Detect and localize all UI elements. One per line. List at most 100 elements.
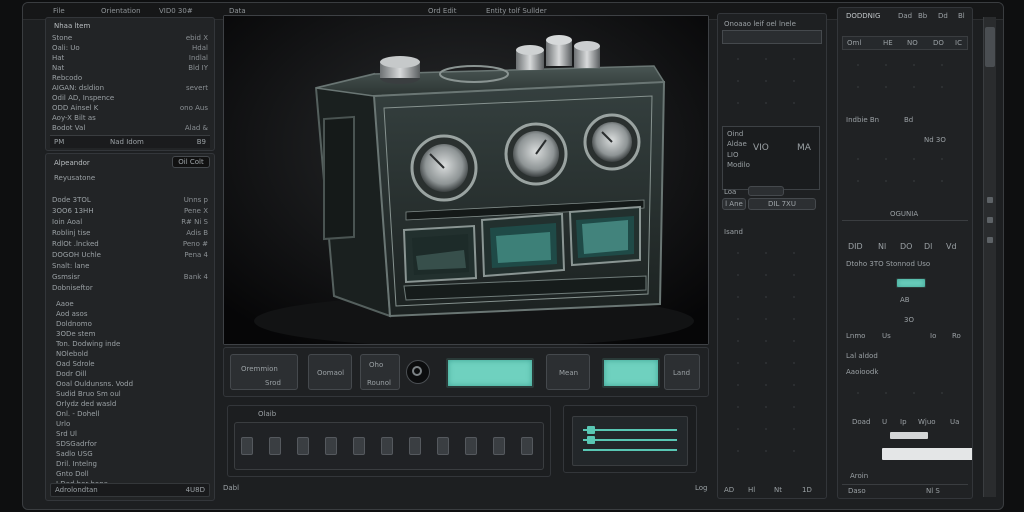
opt[interactable]: Vd: [946, 242, 957, 251]
menu-entity[interactable]: Entity tolf Sullder: [486, 7, 547, 15]
scroll-thumb[interactable]: [985, 27, 995, 67]
list-item[interactable]: Aoy-X Bilt as: [52, 114, 208, 123]
list-item[interactable]: Onl. - Dohell: [56, 410, 99, 418]
row-item[interactable]: Ip: [900, 418, 907, 426]
list-item[interactable]: Aaoe: [56, 300, 74, 308]
tag-button[interactable]: l Ane: [722, 198, 746, 210]
command-button[interactable]: Oomaol: [308, 354, 352, 390]
arrow-icon[interactable]: [987, 197, 993, 203]
list-item[interactable]: Oad Sdrole: [56, 360, 95, 368]
outliner-panel: Alpeandor Oil Colt Reyusatone Dode 3TOL U…: [45, 153, 215, 501]
row-item[interactable]: 3O: [904, 316, 914, 324]
list-item[interactable]: Rebcodo: [52, 74, 208, 83]
list-item[interactable]: DOGOH Uchle Pena 4: [52, 251, 208, 260]
step-slider[interactable]: [325, 437, 337, 455]
top-item[interactable]: Dad: [898, 12, 912, 20]
list-item[interactable]: RdlOt .lncked Peno #: [52, 240, 208, 249]
list-item[interactable]: Sudid Bruo Sm oul: [56, 390, 121, 398]
list-item[interactable]: SDSGadrfor: [56, 440, 97, 448]
row-label: Lal aldod: [846, 352, 878, 360]
mixer-handle[interactable]: [587, 436, 595, 444]
step-slider[interactable]: [493, 437, 505, 455]
tab[interactable]: DO: [933, 39, 944, 47]
render-button[interactable]: Oremmion Srod: [230, 354, 298, 390]
list-item[interactable]: 3ODe stem: [56, 330, 95, 338]
white-slider[interactable]: [890, 432, 928, 439]
arrow-icon[interactable]: [987, 237, 993, 243]
list-item[interactable]: Dobniseftor: [52, 284, 208, 293]
row-item[interactable]: Us: [882, 332, 891, 340]
land-button[interactable]: Land: [664, 354, 700, 390]
step-slider[interactable]: [381, 437, 393, 455]
viewport[interactable]: [223, 15, 709, 347]
row-item[interactable]: Ua: [950, 418, 959, 426]
vertical-scrollbar[interactable]: [983, 17, 996, 497]
opt[interactable]: DID: [848, 242, 863, 251]
tab[interactable]: NO: [907, 39, 918, 47]
mixer-handle[interactable]: [587, 426, 595, 434]
inspector-field[interactable]: [722, 30, 822, 44]
menu-file[interactable]: File: [53, 7, 65, 15]
top-item[interactable]: Bb: [918, 12, 927, 20]
text-input[interactable]: [882, 448, 972, 460]
list-item[interactable]: Odil AD, Inspence: [52, 94, 208, 103]
list-item[interactable]: Oali: Uo Hdal: [52, 44, 208, 53]
arrow-icon[interactable]: [987, 217, 993, 223]
opt[interactable]: DO: [900, 242, 912, 251]
list-item[interactable]: Urlo: [56, 420, 70, 428]
menu-orientation[interactable]: Orientation: [101, 7, 141, 15]
row-item[interactable]: Ro: [952, 332, 961, 340]
menu-edit[interactable]: Ord Edit: [428, 7, 457, 15]
top-item[interactable]: Dd: [938, 12, 948, 20]
list-item[interactable]: Gsmsisr Bank 4: [52, 273, 208, 282]
step-slider[interactable]: [297, 437, 309, 455]
step-slider[interactable]: [241, 437, 253, 455]
row-item[interactable]: Wjuo: [918, 418, 936, 426]
list-item[interactable]: NOlebold: [56, 350, 88, 358]
list-item[interactable]: Dodr Oill: [56, 370, 87, 378]
list-item[interactable]: Srd Ul: [56, 430, 77, 438]
step-slider[interactable]: [353, 437, 365, 455]
tag-field[interactable]: [748, 186, 784, 196]
list-item[interactable]: 3OO6 13HH Pene X: [52, 207, 208, 216]
step-slider[interactable]: [465, 437, 477, 455]
opt[interactable]: Nl: [878, 242, 886, 251]
list-item[interactable]: Aod asos: [56, 310, 87, 318]
color-button[interactable]: Oil Colt: [172, 156, 210, 168]
mean-button[interactable]: Mean: [546, 354, 590, 390]
list-item[interactable]: ODD Ainsel Kono Aus: [52, 104, 208, 113]
list-item[interactable]: Ton. Dodwing inde: [56, 340, 120, 348]
list-item[interactable]: Nat Bld IY: [52, 64, 208, 73]
list-item[interactable]: Dril. Intelng: [56, 460, 97, 468]
menu-data[interactable]: Data: [229, 7, 246, 15]
list-item[interactable]: Dode 3TOL Unns p: [52, 196, 208, 205]
top-item[interactable]: Bl: [958, 12, 965, 20]
menu-video[interactable]: VID0 30#: [159, 7, 193, 15]
list-item[interactable]: Snalt: lane: [52, 262, 208, 271]
value-field[interactable]: DIL 7XU: [748, 198, 816, 210]
power-icon[interactable]: [406, 360, 430, 384]
row-item[interactable]: Io: [930, 332, 936, 340]
list-item[interactable]: Ooal Ouldunsns. Vodd: [56, 380, 133, 388]
opt[interactable]: Dl: [924, 242, 932, 251]
list-item[interactable]: Stone ebid X: [52, 34, 208, 43]
tab[interactable]: HE: [883, 39, 893, 47]
round-button[interactable]: Oho Rounol: [360, 354, 400, 390]
step-slider[interactable]: [409, 437, 421, 455]
list-item[interactable]: Doldnomo: [56, 320, 92, 328]
step-slider[interactable]: [269, 437, 281, 455]
list-item[interactable]: Orlydz ded wasld: [56, 400, 116, 408]
row-item[interactable]: Lnmo: [846, 332, 865, 340]
tab[interactable]: Oml: [847, 39, 861, 47]
list-item[interactable]: Roblinj tise Adis B: [52, 229, 208, 238]
list-item[interactable]: Ioin Aoal R# Ni S: [52, 218, 208, 227]
step-slider[interactable]: [521, 437, 533, 455]
list-item[interactable]: Hat Indlal: [52, 54, 208, 63]
tab[interactable]: IC: [955, 39, 962, 47]
list-item[interactable]: AIGAN: dsldion severt: [52, 84, 208, 93]
row-item[interactable]: U: [882, 418, 887, 426]
list-item[interactable]: Sadlo USG: [56, 450, 93, 458]
list-item[interactable]: Bodot Val Alad &: [52, 124, 208, 133]
step-slider[interactable]: [437, 437, 449, 455]
list-item[interactable]: Gnto Doll: [56, 470, 89, 478]
